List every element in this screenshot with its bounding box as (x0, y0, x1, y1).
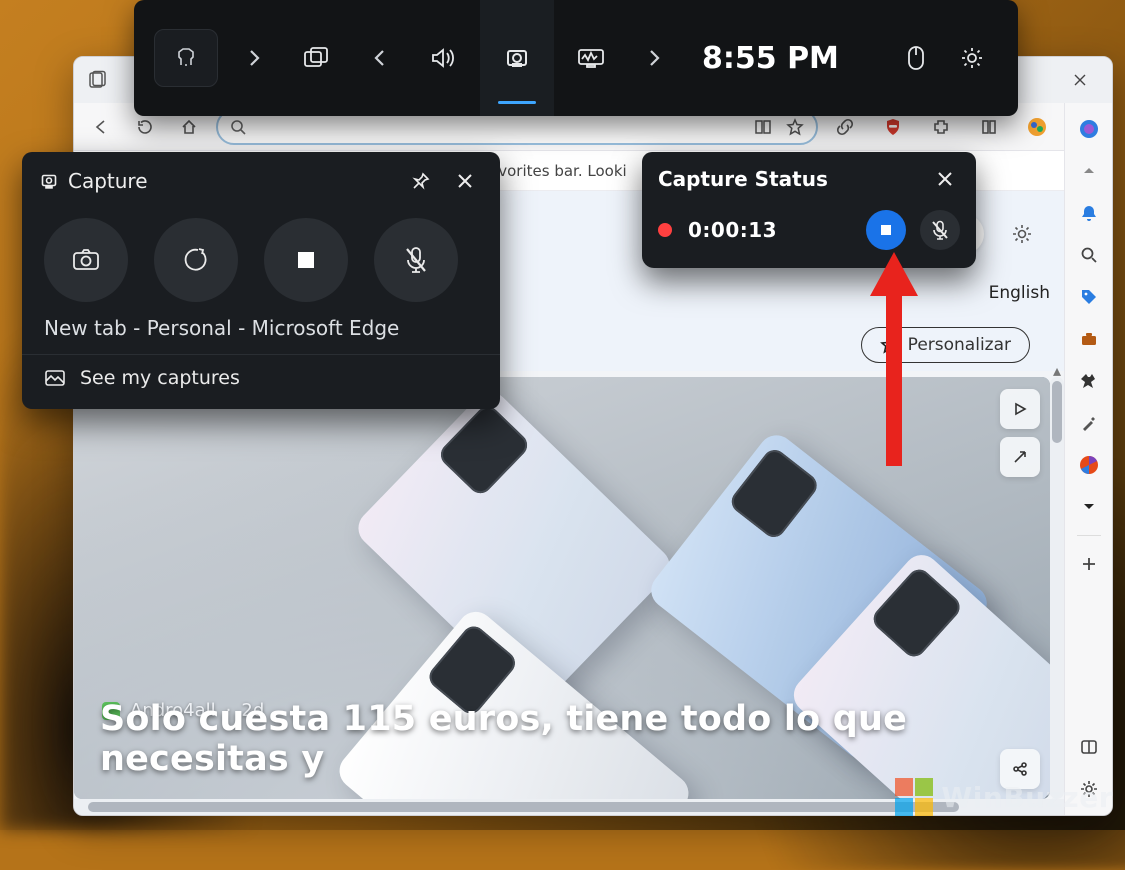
hero-play-button[interactable] (1000, 389, 1040, 429)
capture-button[interactable] (480, 0, 554, 116)
watermark: WinBuzzer (895, 778, 1113, 816)
hero-title: Solo cuesta 115 euros, tiene todo lo que… (100, 699, 920, 779)
status-mic-off-button[interactable] (920, 210, 960, 250)
split-screen-icon[interactable] (1075, 733, 1103, 761)
profile-avatar[interactable] (1020, 110, 1054, 144)
read-aloud-icon[interactable] (754, 118, 774, 136)
stop-record-button[interactable] (264, 218, 348, 302)
gallery-icon (44, 369, 66, 387)
add-sidebar-icon[interactable] (1075, 550, 1103, 578)
xbox-game-bar: 8:55 PM (134, 0, 1018, 116)
personalize-button[interactable]: Personalizar (861, 327, 1030, 363)
search-icon (230, 119, 246, 135)
audio-button[interactable] (406, 0, 480, 116)
page-settings-button[interactable] (1002, 214, 1042, 254)
pin-icon[interactable] (404, 164, 438, 198)
language-label[interactable]: English (989, 283, 1050, 303)
gb-nav-prev-icon[interactable] (354, 48, 406, 68)
news-hero[interactable]: Andro4all · 2d Solo cuesta 115 euros, ti… (74, 377, 1050, 799)
search-sidebar-icon[interactable] (1075, 241, 1103, 269)
edge-sidebar (1064, 103, 1112, 815)
recording-timer: 0:00:13 (688, 218, 777, 242)
mic-off-button[interactable] (374, 218, 458, 302)
games-icon[interactable] (1075, 367, 1103, 395)
star-plus-icon (880, 336, 898, 354)
mouse-icon[interactable] (892, 34, 940, 82)
nav-back-button[interactable] (84, 110, 118, 144)
capture-status-panel: Capture Status 0:00:13 (642, 152, 976, 268)
recording-indicator-icon (658, 223, 672, 237)
close-icon[interactable] (448, 164, 482, 198)
hero-expand-button[interactable] (1000, 437, 1040, 477)
gb-nav-next2-icon[interactable] (628, 48, 680, 68)
performance-button[interactable] (554, 0, 628, 116)
vertical-tabs-button[interactable] (82, 64, 114, 96)
pinned-widget-chip[interactable] (154, 29, 218, 87)
capture-status-title: Capture Status (658, 167, 828, 191)
see-captures-link[interactable]: See my captures (22, 354, 500, 403)
personalize-label: Personalizar (908, 335, 1011, 355)
gamebar-clock: 8:55 PM (680, 41, 861, 76)
shopping-tag-icon[interactable] (1075, 283, 1103, 311)
favorites-bar-text: vorites bar. Looki (498, 162, 626, 180)
record-last-button[interactable] (154, 218, 238, 302)
capture-subtitle: New tab - Personal - Microsoft Edge (22, 316, 500, 354)
see-captures-label: See my captures (80, 367, 240, 389)
window-close-button[interactable] (1058, 62, 1102, 98)
widgets-button[interactable] (280, 0, 354, 116)
gb-nav-next-icon[interactable] (228, 48, 280, 68)
capture-title-icon (40, 172, 58, 190)
sidebar-separator (1077, 535, 1101, 536)
capture-panel: Capture New tab - Personal - Microsoft E… (22, 152, 500, 409)
status-close-icon[interactable] (928, 162, 962, 196)
tools-icon[interactable] (1075, 409, 1103, 437)
collapse-up-icon[interactable] (1075, 157, 1103, 185)
favorite-star-icon[interactable] (786, 118, 804, 136)
copilot-icon[interactable] (1075, 115, 1103, 143)
expand-down-icon[interactable] (1075, 493, 1103, 521)
bell-icon[interactable] (1075, 199, 1103, 227)
status-stop-button[interactable] (866, 210, 906, 250)
watermark-text: WinBuzzer (941, 781, 1113, 814)
briefcase-icon[interactable] (1075, 325, 1103, 353)
vertical-scrollbar[interactable] (1050, 377, 1064, 799)
scroll-up-button[interactable]: ▴ (1050, 363, 1064, 377)
gamebar-settings-icon[interactable] (948, 34, 996, 82)
capture-title: Capture (68, 169, 148, 193)
screenshot-button[interactable] (44, 218, 128, 302)
office-icon[interactable] (1075, 451, 1103, 479)
watermark-logo-icon (895, 778, 933, 816)
